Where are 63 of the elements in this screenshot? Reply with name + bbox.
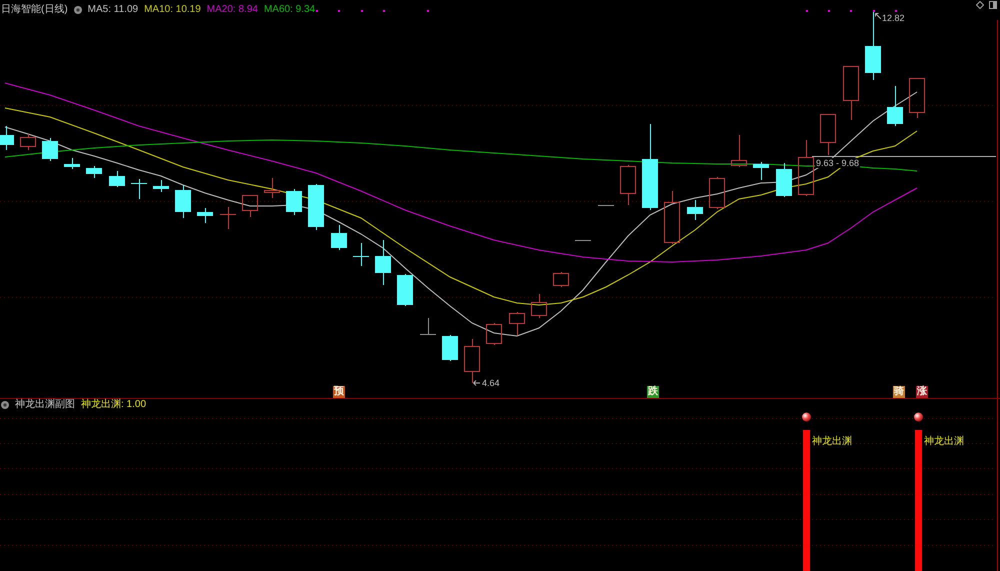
filled-candle xyxy=(442,334,458,362)
filled-candle xyxy=(375,240,391,286)
hollow-candle xyxy=(486,322,502,346)
cross-candle xyxy=(130,178,148,200)
hollow-candle xyxy=(820,114,836,156)
arrow-icon xyxy=(875,13,881,19)
hollow-candle xyxy=(709,176,725,210)
hollow-candle xyxy=(731,134,747,168)
arrow-icon xyxy=(473,380,480,386)
filled-candle xyxy=(64,158,80,170)
filled-candle xyxy=(776,162,792,198)
hollow-candle xyxy=(242,195,258,218)
ball-icon xyxy=(802,412,811,422)
hollow-candle xyxy=(620,164,636,206)
circle-icon[interactable] xyxy=(74,6,82,14)
hollow-candle xyxy=(843,66,859,120)
filled-candle xyxy=(753,162,769,180)
cross-candle xyxy=(220,206,236,230)
panel-icon[interactable] xyxy=(989,1,997,9)
filled-candle xyxy=(331,224,347,250)
signal-label: 神龙出渊 xyxy=(812,436,852,448)
indicator-title: 神龙出渊副图 xyxy=(15,399,75,411)
filled-candle xyxy=(397,274,413,306)
diamond-icon[interactable] xyxy=(976,1,984,9)
signal-label: 神龙出渊 xyxy=(924,436,964,448)
filled-candle xyxy=(42,138,58,162)
hollow-candle xyxy=(553,272,569,288)
filled-candle xyxy=(86,166,102,178)
hollow-candle xyxy=(798,140,814,196)
ma-reading: MA20: 8.94 xyxy=(206,4,258,16)
hollow-candle xyxy=(509,312,525,336)
filled-candle xyxy=(687,200,703,220)
filled-candle xyxy=(308,184,324,230)
circle-icon[interactable] xyxy=(1,401,9,409)
ma-reading: MA5: 11.09 xyxy=(88,4,138,16)
price-label: 12.82 xyxy=(882,13,905,23)
signal-tag: 涨 xyxy=(916,386,928,398)
hollow-candle xyxy=(20,134,36,150)
hollow-candle xyxy=(909,78,925,118)
price-label: 4.64 xyxy=(482,378,500,388)
cross-candle xyxy=(420,318,436,336)
cross-candle xyxy=(352,242,370,266)
filled-candle xyxy=(865,12,881,80)
chart-title: 日海智能(日线) xyxy=(1,4,68,16)
price-range-label: 9.63 - 9.68 xyxy=(815,158,860,168)
hollow-candle xyxy=(531,294,547,318)
ma-reading: MA10: 10.19 xyxy=(144,4,201,16)
hollow-candle xyxy=(464,338,480,384)
hollow-candle xyxy=(264,178,280,198)
filled-candle xyxy=(887,86,903,126)
signal-tag: 骑 xyxy=(893,386,905,398)
filled-candle xyxy=(0,126,14,150)
ball-icon xyxy=(914,412,923,422)
filled-candle xyxy=(286,188,302,216)
filled-candle xyxy=(109,170,125,188)
filled-candle xyxy=(175,184,191,218)
filled-candle xyxy=(197,208,213,224)
hollow-candle xyxy=(664,190,680,244)
signal-tag: 跌 xyxy=(647,386,659,398)
signal-tag: 预 xyxy=(333,386,345,398)
filled-candle xyxy=(153,180,169,192)
indicator-reading: 神龙出渊: 1.00 xyxy=(81,399,146,411)
ma-reading: MA60: 9.34 xyxy=(264,4,316,16)
